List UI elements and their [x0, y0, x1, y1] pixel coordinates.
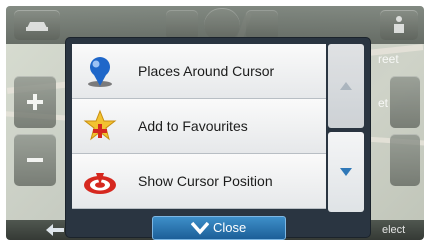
menu-item-label: Add to Favourites	[138, 118, 248, 134]
chevron-down-icon	[191, 221, 209, 235]
chevron-down-icon	[340, 168, 352, 176]
select-label: elect	[382, 224, 406, 236]
map-street-label: reet	[378, 52, 399, 66]
menu-item-show-cursor-position[interactable]: Show Cursor Position	[72, 154, 326, 209]
menu-item-label: Places Around Cursor	[138, 63, 275, 79]
tilt-up-button[interactable]	[390, 76, 420, 128]
zoom-out-button[interactable]	[14, 134, 56, 186]
scroll-down-button[interactable]	[328, 132, 364, 212]
info-button[interactable]	[380, 10, 418, 40]
back-arrow-icon[interactable]	[46, 224, 64, 236]
zoom-in-button[interactable]	[14, 76, 56, 128]
cursor-menu-dialog: Places Around Cursor Add to Favourites S…	[66, 38, 370, 240]
menu-list: Places Around Cursor Add to Favourites S…	[72, 44, 326, 212]
scroll-up-button[interactable]	[328, 44, 364, 128]
cursor-position-icon	[84, 173, 116, 194]
menu-item-add-to-favourites[interactable]: Add to Favourites	[72, 99, 326, 154]
close-button[interactable]: Close	[152, 216, 286, 240]
minus-icon	[27, 158, 43, 162]
map-view-button[interactable]	[14, 10, 60, 40]
menu-item-label: Show Cursor Position	[138, 173, 273, 189]
car-icon	[26, 22, 48, 31]
compass-button[interactable]	[204, 8, 240, 42]
chevron-up-icon	[340, 82, 352, 90]
favourite-star-add-icon	[83, 109, 117, 141]
menu-item-places-around-cursor[interactable]: Places Around Cursor	[72, 44, 326, 99]
screen: reet et elect Places Around Cursor Add t…	[0, 0, 428, 243]
close-button-label: Close	[213, 220, 247, 235]
info-person-icon	[394, 16, 404, 33]
tilt-down-button[interactable]	[390, 134, 420, 186]
list-scrollbar	[328, 44, 364, 212]
turn-left-button[interactable]	[166, 10, 198, 40]
map-pin-icon	[88, 57, 112, 87]
turn-right-button[interactable]	[246, 10, 278, 40]
plus-icon	[27, 94, 43, 110]
map-street-label: et	[378, 96, 389, 110]
